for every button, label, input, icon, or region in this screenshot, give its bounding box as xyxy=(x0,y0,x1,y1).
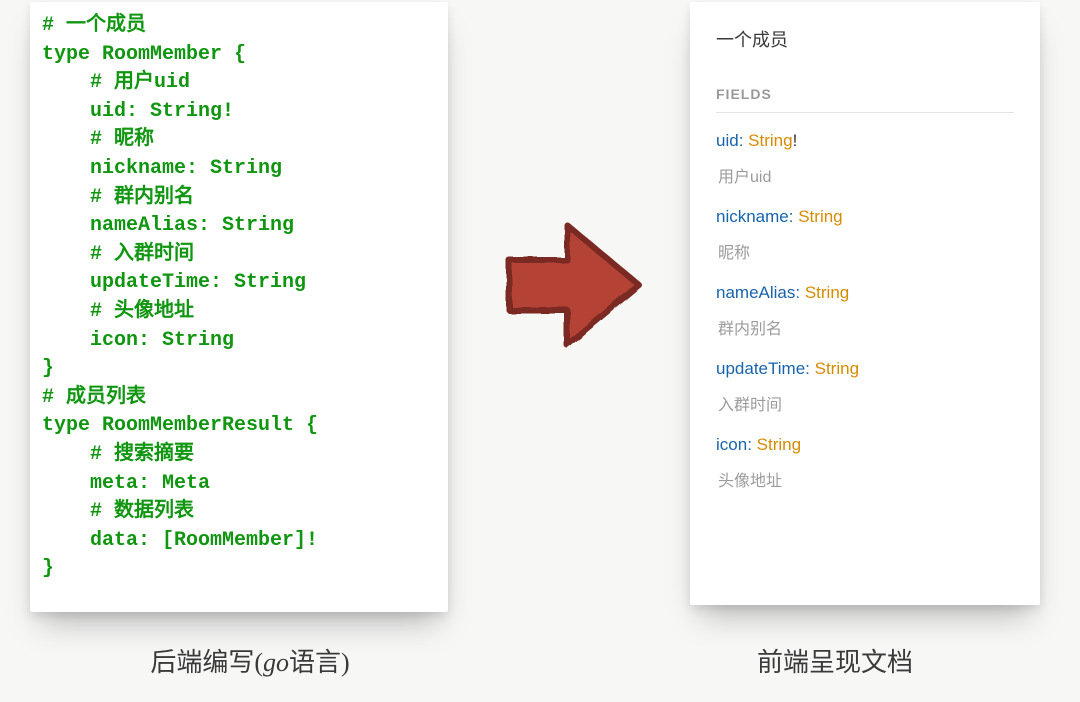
field-colon: : xyxy=(789,207,798,226)
field-colon: : xyxy=(805,359,814,378)
code-line: # 头像地址 xyxy=(42,300,194,323)
field-desc: 昵称 xyxy=(718,239,1014,263)
doc-title: 一个成员 xyxy=(716,26,1014,52)
caption-row: 后端编写(go语言) 前端呈现文档 xyxy=(0,642,1080,679)
fields-list: uid: String! 用户uid nickname: String 昵称 nameA… xyxy=(716,131,1014,491)
field-name: icon xyxy=(716,435,747,454)
code-line: nameAlias: String xyxy=(42,214,294,237)
arrow-icon xyxy=(489,205,649,370)
field-name: uid xyxy=(716,131,739,150)
main-container: # 一个成员 type RoomMember { # 用户uid uid: St… xyxy=(0,0,1080,612)
code-line: data: [RoomMember]! xyxy=(42,529,318,552)
field-row: nickname: String xyxy=(716,207,1014,227)
code-line: # 群内别名 xyxy=(42,186,194,209)
code-line: updateTime: String xyxy=(42,271,306,294)
code-line: uid: String! xyxy=(42,100,234,123)
field-desc: 入群时间 xyxy=(718,391,1014,415)
field-colon: : xyxy=(795,283,804,302)
code-line: } xyxy=(42,357,54,380)
field-row: nameAlias: String xyxy=(716,283,1014,303)
field-desc: 头像地址 xyxy=(718,467,1014,491)
field-name: nickname xyxy=(716,207,789,226)
field-colon: : xyxy=(747,435,756,454)
field-row: updateTime: String xyxy=(716,359,1014,379)
field-required-bang: ! xyxy=(793,131,798,150)
code-line: # 成员列表 xyxy=(42,386,146,409)
caption-left-post: 语言) xyxy=(289,648,350,677)
field-colon: : xyxy=(739,131,748,150)
code-line: icon: String xyxy=(42,329,234,352)
caption-right: 前端呈现文档 xyxy=(660,642,1010,679)
field-row: icon: String xyxy=(716,435,1014,455)
field-name: updateTime xyxy=(716,359,805,378)
field-desc: 用户uid xyxy=(718,163,1014,187)
caption-left: 后端编写(go语言) xyxy=(60,642,440,679)
code-line: } xyxy=(42,557,54,580)
code-line: type RoomMember { xyxy=(42,43,246,66)
code-line: # 搜索摘要 xyxy=(42,443,194,466)
code-line: type RoomMemberResult { xyxy=(42,414,318,437)
code-line: # 一个成员 xyxy=(42,14,146,37)
code-line: meta: Meta xyxy=(42,472,210,495)
field-type: String xyxy=(757,435,801,454)
field-type: String xyxy=(805,283,849,302)
field-type: String xyxy=(815,359,859,378)
fields-heading: FIELDS xyxy=(716,86,1014,113)
caption-left-pre: 后端编写( xyxy=(150,648,263,677)
caption-left-go: go xyxy=(263,648,289,677)
doc-panel: 一个成员 FIELDS uid: String! 用户uid nickname: S… xyxy=(690,2,1040,605)
field-row: uid: String! xyxy=(716,131,1014,151)
code-line: nickname: String xyxy=(42,157,282,180)
field-type: String xyxy=(798,207,842,226)
field-name: nameAlias xyxy=(716,283,795,302)
code-panel: # 一个成员 type RoomMember { # 用户uid uid: St… xyxy=(30,2,448,612)
field-type: String xyxy=(748,131,792,150)
code-line: # 数据列表 xyxy=(42,500,194,523)
field-desc: 群内别名 xyxy=(718,315,1014,339)
code-line: # 用户uid xyxy=(42,71,190,94)
code-line: # 入群时间 xyxy=(42,243,194,266)
code-line: # 昵称 xyxy=(42,128,154,151)
